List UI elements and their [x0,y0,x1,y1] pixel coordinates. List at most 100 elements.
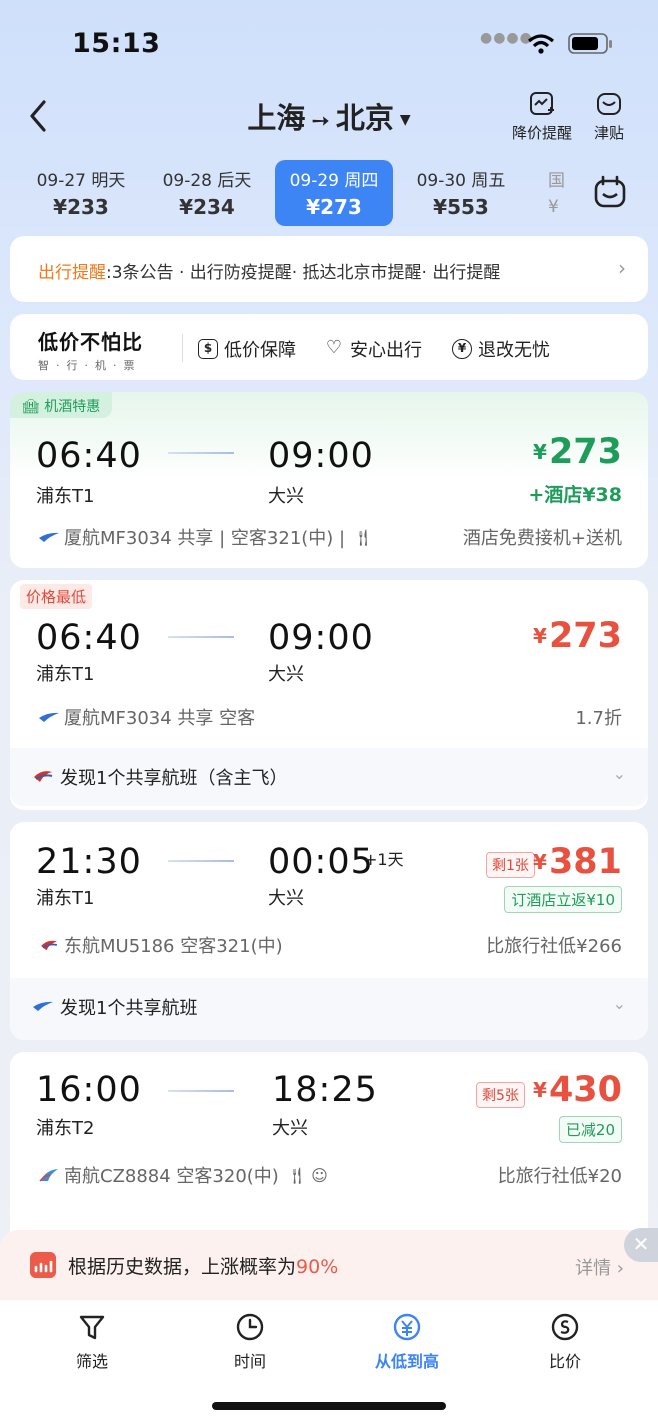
travel-notice-bar[interactable]: 出行提醒:3条公告 · 出行防疫提醒· 抵达北京市提醒· 出行提醒 › [10,236,648,302]
date-tab-0927[interactable]: 09-27 明天 ¥233 [22,160,140,226]
departure-time: 06:40 [36,436,142,476]
china-eastern-logo-icon [34,771,53,782]
notice-label: 出行提醒 [38,263,106,283]
departure-airport: 浦东T1 [36,888,95,909]
price-alert-label: 降价提醒 [512,124,573,142]
price-prediction-banner[interactable]: 根据历史数据，上涨概率为90% 详情 › [0,1230,658,1302]
arrival-time: 00:05 [268,842,374,882]
prediction-detail-link[interactable]: 详情 › [575,1254,624,1280]
shared-flights-toggle[interactable]: 发现1个共享航班（含主飞） ⌄ [10,748,648,806]
flight-price: ¥430 [533,1070,622,1110]
price-value: 273 [548,616,622,656]
trend-chart-icon [30,1252,56,1278]
flight-arrow [168,1090,234,1092]
flight-card[interactable]: 价格最低 06:40 浦东T1 09:00 大兴 ¥273 厦航MF3034 共… [10,580,648,810]
date-label: 09-27 明天 [36,171,126,191]
flight-arrow [168,636,234,638]
agency-comparison-note: 比旅行社低¥20 [497,1166,622,1187]
flight-price: ¥381 [533,842,622,882]
sort-by-time-button[interactable]: 时间 [200,1312,300,1372]
flight-card[interactable]: 21:30 浦东T1 00:05 +1天 大兴 剩1张 ¥381 订酒店立返¥1… [10,822,648,1040]
hotel-transfer-note: 酒店免费接机+送机 [462,528,622,549]
filter-icon [79,1315,105,1340]
battery-icon [568,33,612,54]
nav-label: 筛选 [75,1352,108,1371]
chevron-down-icon: ⌄ [612,764,626,783]
destination-city: 北京 [335,101,394,135]
nav-label: 从低到高 [374,1352,439,1371]
date-price: ¥233 [53,195,109,219]
price-value: 273 [548,432,622,472]
one-way-arrow-icon: ➙ [311,109,330,134]
price-value: 381 [548,842,622,882]
rise-probability: 90% [296,1256,339,1278]
yuan-circle-icon: ¥ [452,339,472,359]
shared-flights-toggle[interactable]: 发现1个共享航班 ⌄ [10,978,648,1040]
flight-arrow [168,860,234,862]
xiamen-air-logo-icon [39,712,59,722]
date-price: ¥ [548,197,559,217]
arrival-time: 09:00 [268,436,374,476]
date-tab-partial[interactable]: 国 ¥ [548,166,568,217]
badge-label: 机酒特惠 [44,399,101,415]
flight-arrow [168,452,234,454]
date-price: ¥553 [433,195,489,219]
divider [182,334,183,362]
price-alert-button[interactable]: 降价提醒 [512,90,572,143]
wallet-icon [597,93,621,115]
departure-time: 06:40 [36,618,142,658]
date-tab-0929-selected[interactable]: 09-29 周四 ¥273 [275,160,393,226]
heart-icon: ♡ [325,337,343,358]
calendar-button[interactable] [590,172,630,212]
flight-price: ¥273 [533,616,622,656]
status-time: 15:13 [72,28,161,59]
departure-airport: 浦东T2 [36,1118,95,1139]
subsidy-button[interactable]: 津贴 [594,90,624,143]
currency-symbol: ¥ [533,440,547,464]
detail-label: 详情 [575,1258,612,1279]
flight-info: 厦航MF3034 共享 空客 [38,704,255,730]
currency-symbol: ¥ [533,850,547,874]
departure-time: 21:30 [36,842,142,882]
guarantee-refund: ¥ 退改无忧 [452,336,550,362]
compare-price-button[interactable]: 比价 [515,1312,615,1372]
agency-comparison-note: 比旅行社低¥266 [486,936,622,957]
shared-flights-text: 发现1个共享航班 [60,998,198,1019]
prediction-text: 根据历史数据，上涨概率为90% [68,1252,338,1279]
arrival-airport: 大兴 [268,664,304,685]
flight-info-text: 厦航MF3034 共享 空客 [64,708,256,729]
arrival-airport: 大兴 [268,888,304,909]
home-indicator[interactable] [212,1402,446,1410]
close-icon[interactable]: ✕ [624,1228,658,1262]
flight-info-text: 厦航MF3034 共享 | 空客321(中) | [64,528,346,549]
departure-airport: 浦东T1 [36,664,95,685]
nav-label: 比价 [548,1352,581,1371]
notice-text: 出行提醒:3条公告 · 出行防疫提醒· 抵达北京市提醒· 出行提醒 [38,258,500,283]
china-southern-logo-icon [39,1169,58,1182]
compare-price-icon [551,1313,579,1341]
signal-icon: ●●●● [480,30,533,46]
guarantee-bar[interactable]: 低价不怕比 智·行·机·票 $ 低价保障 ♡ 安心出行 ¥ 退改无忧 [10,314,648,380]
date-tab-0930[interactable]: 09-30 周五 ¥553 [402,160,520,226]
xiamen-air-logo-icon [39,532,59,542]
date-tab-0928[interactable]: 09-28 后天 ¥234 [148,160,266,226]
filter-button[interactable]: 筛选 [42,1312,142,1372]
date-label: 09-30 周五 [416,171,506,191]
date-label: 09-28 后天 [162,171,252,191]
sort-low-to-high-button[interactable]: 从低到高 [357,1312,457,1372]
flight-card[interactable]: 🏨︎ 机酒特惠 06:40 浦东T1 09:00 大兴 ¥273 +酒店¥38 … [10,392,648,568]
shared-flights-text: 发现1个共享航班（含主飞） [60,768,288,789]
wifi-icon [527,34,555,54]
arrival-time: 09:00 [268,618,374,658]
departure-time: 16:00 [36,1070,142,1110]
hotel-cashback-badge: 订酒店立返¥10 [504,886,622,913]
chevron-down-icon: ▼ [399,112,411,128]
seats-remaining-badge: 剩5张 [476,1082,525,1108]
flight-info: 南航CZ8884 空客320(中) 🍴︎ ☺ [38,1162,328,1188]
next-day-label: +1天 [364,850,404,869]
discount-note: 1.7折 [575,708,622,729]
price-value: 430 [548,1070,622,1110]
notice-content: :3条公告 · 出行防疫提醒· 抵达北京市提醒· 出行提醒 [106,263,501,283]
hotel-icon: 🏨︎ [22,399,40,415]
flight-card[interactable]: 16:00 浦东T2 18:25 大兴 剩5张 ¥430 已减20 南航CZ88… [10,1052,648,1252]
